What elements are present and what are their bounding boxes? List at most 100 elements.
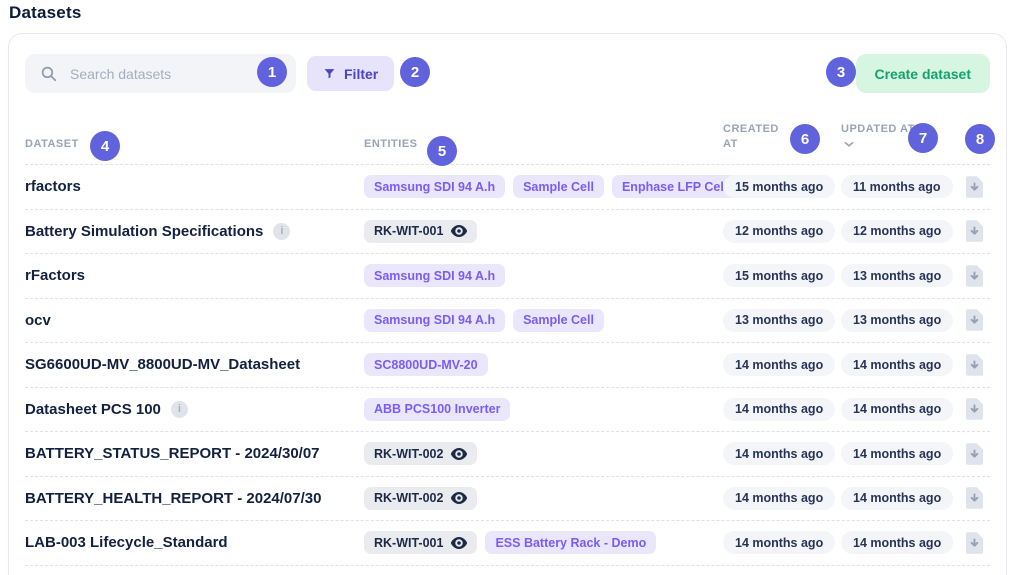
annotation-badge-2: 2	[400, 57, 430, 87]
entity-chip[interactable]: Sample Cell	[513, 175, 604, 199]
filter-button[interactable]: Filter	[307, 56, 395, 91]
updated-at-cell: 14 months ago	[841, 353, 959, 377]
table-row[interactable]: ocv Samsung SDI 94 A.h Sample Cell 13 mon…	[25, 299, 990, 343]
table-row[interactable]: SG6600UD-MV_8800UD-MV_Datasheet SC8800UD…	[25, 343, 990, 388]
file-download-icon	[966, 265, 983, 287]
entity-chip-label: ESS Battery Rack - Demo	[495, 535, 647, 550]
download-button[interactable]	[964, 530, 985, 556]
dataset-name: BATTERY_HEALTH_REPORT - 2024/07/30	[25, 489, 322, 507]
column-header-entities: ENTITIES	[364, 138, 418, 150]
updated-at-cell: 14 months ago	[841, 397, 959, 421]
created-at-cell: 15 months ago	[723, 175, 841, 199]
eye-icon[interactable]	[451, 492, 468, 505]
entity-chip-label: Samsung SDI 94 A.h	[374, 313, 496, 328]
entity-chip[interactable]: RK-WIT-002	[364, 442, 478, 466]
entity-chip[interactable]: ESS Battery Rack - Demo	[485, 531, 657, 555]
table-row[interactable]: BATTERY_HEALTH_REPORT - 2024/07/30 RK-WI…	[25, 477, 990, 521]
created-at-cell: 14 months ago	[723, 486, 841, 510]
datasets-panel: Filter Create dataset DATASET ENTITIES C…	[8, 33, 1007, 575]
entity-chip-label: Enphase LFP Cell	[621, 179, 728, 194]
dataset-name-cell: BATTERY_STATUS_REPORT - 2024/30/07	[25, 445, 364, 462]
created-at-badge: 14 months ago	[723, 397, 836, 421]
created-at-cell: 14 months ago	[723, 442, 841, 466]
updated-at-badge: 13 months ago	[841, 264, 954, 288]
dataset-name-cell: SG6600UD-MV_8800UD-MV_Datasheet	[25, 356, 364, 373]
table-row[interactable]: rFactors Samsung SDI 94 A.h 15 months ag…	[25, 254, 990, 299]
entity-chip[interactable]: RK-WIT-001	[364, 219, 478, 243]
download-button[interactable]	[964, 174, 985, 200]
entity-chip[interactable]: SC8800UD-MV-20	[364, 353, 488, 377]
updated-at-badge: 14 months ago	[841, 486, 954, 510]
column-header-created-at: CREATED AT	[723, 123, 779, 150]
entity-chip[interactable]: Samsung SDI 94 A.h	[364, 264, 506, 288]
entity-chip[interactable]: Samsung SDI 94 A.h	[364, 175, 506, 199]
created-at-cell: 12 months ago	[723, 219, 841, 243]
eye-icon[interactable]	[451, 225, 468, 238]
annotation-badge-3: 3	[826, 57, 856, 87]
table-header-row: DATASET ENTITIES CREATED AT UPDATED AT	[25, 93, 990, 165]
download-button[interactable]	[964, 485, 985, 511]
column-header-updated-at[interactable]: UPDATED AT	[841, 122, 917, 152]
search-input[interactable]	[70, 65, 281, 82]
file-download-icon	[966, 309, 983, 331]
table-row[interactable]: Datasheet PCS 100 i ABB PCS100 Inverter …	[25, 388, 990, 432]
file-download-icon	[966, 443, 983, 465]
updated-at-badge: 14 months ago	[841, 442, 954, 466]
download-button[interactable]	[964, 307, 985, 333]
file-download-icon	[966, 532, 983, 554]
created-at-cell: 14 months ago	[723, 397, 841, 421]
created-at-cell: 13 months ago	[723, 308, 841, 332]
download-button[interactable]	[964, 218, 985, 244]
table-row[interactable]: BATTERY_STATUS_REPORT - 2024/30/07 RK-WI…	[25, 432, 990, 477]
download-button[interactable]	[964, 441, 985, 467]
entities-cell: Samsung SDI 94 A.h Sample Cell Enphase LFP…	[364, 175, 738, 199]
actions-cell	[959, 396, 990, 422]
info-icon[interactable]: i	[273, 222, 291, 240]
info-icon[interactable]: i	[170, 400, 188, 418]
updated-at-badge: 14 months ago	[841, 531, 954, 555]
updated-at-cell: 12 months ago	[841, 219, 959, 243]
dataset-name-cell: ocv	[25, 312, 364, 329]
annotation-badge-6: 6	[790, 124, 820, 154]
download-button[interactable]	[964, 396, 985, 422]
created-at-badge: 13 months ago	[723, 308, 836, 332]
eye-icon[interactable]	[451, 536, 468, 549]
entities-cell: SC8800UD-MV-20	[364, 353, 723, 377]
download-button[interactable]	[964, 263, 985, 289]
updated-at-badge: 13 months ago	[841, 308, 954, 332]
actions-cell	[959, 218, 990, 244]
entity-chip[interactable]: Sample Cell	[513, 308, 604, 332]
dataset-name: Datasheet PCS 100	[25, 400, 161, 418]
entity-chip[interactable]: Samsung SDI 94 A.h	[364, 308, 506, 332]
updated-at-badge: 11 months ago	[841, 175, 953, 199]
dataset-name-cell: LAB-003 Lifecycle_Standard	[25, 534, 364, 551]
create-dataset-button[interactable]: Create dataset	[855, 54, 990, 93]
entity-chip[interactable]: Enphase LFP Cell	[611, 175, 738, 199]
annotation-badge-1: 1	[257, 57, 287, 87]
table-row[interactable]: LAB-003 Lifecycle_Standard RK-WIT-001 ESS…	[25, 521, 990, 566]
entities-cell: RK-WIT-001	[364, 219, 723, 243]
entities-cell: RK-WIT-001 ESS Battery Rack - Demo	[364, 531, 723, 555]
actions-cell	[959, 263, 990, 289]
filter-icon	[324, 69, 335, 79]
filter-button-label: Filter	[344, 65, 379, 82]
table-row[interactable]: Battery Simulation Specifications i RK-W…	[25, 210, 990, 254]
entities-cell: RK-WIT-002	[364, 442, 723, 466]
table-row[interactable]: rfactors Samsung SDI 94 A.h Sample Cell En…	[25, 165, 990, 210]
entity-chip-label: Samsung SDI 94 A.h	[374, 179, 496, 194]
entities-cell: ABB PCS100 Inverter	[364, 397, 723, 421]
entity-chip[interactable]: RK-WIT-002	[364, 486, 478, 510]
entity-chip[interactable]: ABB PCS100 Inverter	[364, 397, 511, 421]
updated-at-cell: 13 months ago	[841, 264, 959, 288]
download-button[interactable]	[964, 352, 985, 378]
search-box[interactable]	[25, 54, 296, 93]
actions-cell	[959, 530, 990, 556]
entity-chip-label: RK-WIT-002	[374, 446, 444, 461]
eye-icon[interactable]	[451, 447, 468, 460]
annotation-badge-5: 5	[427, 136, 457, 166]
dataset-name-cell: rfactors	[25, 178, 364, 195]
created-at-cell: 14 months ago	[723, 531, 841, 555]
created-at-badge: 14 months ago	[723, 442, 836, 466]
column-header-dataset: DATASET	[25, 138, 79, 150]
entity-chip[interactable]: RK-WIT-001	[364, 531, 478, 555]
